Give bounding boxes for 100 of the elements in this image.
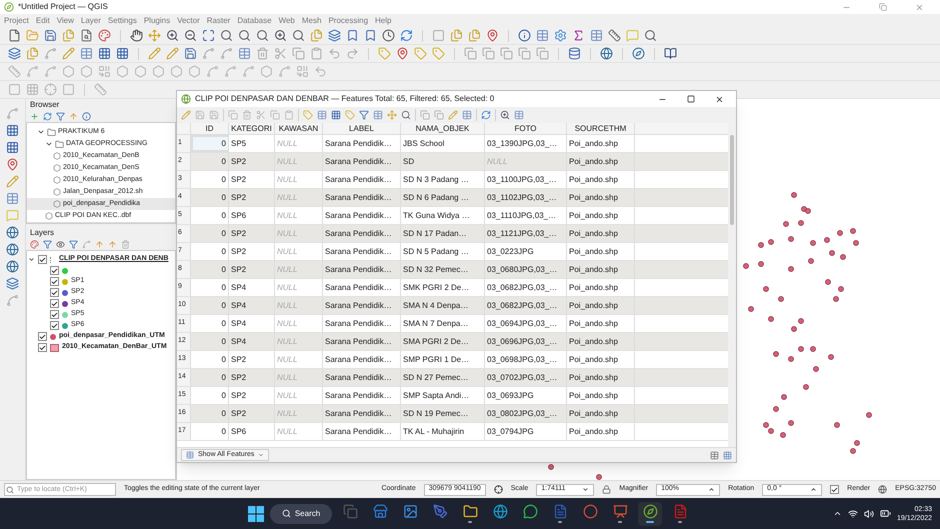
ruler-icon[interactable] [608,29,621,42]
globe-icon[interactable] [6,226,19,239]
copy-icon[interactable] [482,47,495,60]
refresh-icon[interactable] [481,110,491,120]
table-icon[interactable] [80,47,93,60]
gear-icon[interactable] [554,29,567,42]
search-icon[interactable] [256,29,269,42]
menu-item[interactable]: Mesh [302,14,322,26]
hexagon-icon[interactable] [260,65,273,78]
column-header[interactable]: SOURCETHM [567,123,635,134]
layer-checkbox[interactable] [38,255,47,264]
copy-icon[interactable] [292,47,305,60]
copy-icon[interactable] [434,110,444,120]
layer-checkbox[interactable] [50,266,59,275]
refresh-icon[interactable] [43,112,52,120]
hand-icon[interactable] [130,29,143,42]
search-icon[interactable] [220,29,233,42]
spline-icon[interactable] [206,65,219,78]
pencil-icon[interactable] [62,47,75,60]
crosshair-icon[interactable] [494,485,503,494]
file-icon[interactable] [8,29,21,42]
database-icon[interactable] [568,47,581,60]
wifi-icon[interactable] [848,508,858,518]
square-icon[interactable] [432,29,445,42]
pin-icon[interactable] [6,158,19,171]
files-icon[interactable] [468,29,481,42]
restore-icon[interactable] [879,3,887,11]
zoom-in-icon[interactable] [500,110,510,120]
copy-icon[interactable] [270,110,280,120]
move-icon[interactable] [148,29,161,42]
search-icon[interactable] [644,29,657,42]
refresh-icon[interactable] [400,29,413,42]
save-icon[interactable] [184,47,197,60]
copy-icon[interactable] [500,47,513,60]
combine-icon[interactable] [98,65,111,78]
globe-icon[interactable] [6,260,19,273]
render-checkbox[interactable] [830,485,840,494]
layers-icon[interactable] [6,277,19,290]
menu-item[interactable]: Plugins [144,14,170,26]
menu-item[interactable]: Web [278,14,295,26]
table-icon[interactable] [6,192,19,205]
menu-item[interactable]: Layer [80,14,101,26]
trash-icon[interactable] [256,47,269,60]
table-icon[interactable] [238,47,251,60]
zoom-out-icon[interactable] [184,29,197,42]
menu-item[interactable]: Project [4,14,29,26]
filter-icon[interactable] [69,240,78,248]
speech-bubble-icon[interactable] [626,29,639,42]
close-icon[interactable] [715,94,724,104]
hexagon-icon[interactable] [170,65,183,78]
search-icon[interactable] [292,29,305,42]
column-header[interactable]: NAMA_OBJEK [401,123,485,134]
info-icon[interactable] [518,29,531,42]
arrow-up-icon[interactable] [69,112,78,120]
grid-icon[interactable] [331,110,341,120]
bookmark-icon[interactable] [364,29,377,42]
zoom-in-icon[interactable] [166,29,179,42]
files-icon[interactable] [450,29,463,42]
palette-icon[interactable] [98,29,111,42]
scrollbar[interactable] [27,222,175,223]
spline-icon[interactable] [224,65,237,78]
table-icon[interactable] [462,110,472,120]
undo-icon[interactable] [314,65,327,78]
speech-bubble-icon[interactable] [6,209,19,222]
trash-icon[interactable] [242,110,252,120]
expand-icon[interactable] [28,256,35,263]
hexagon-icon[interactable] [116,65,129,78]
layer-checkbox[interactable] [50,288,59,297]
folder-icon[interactable] [26,29,39,42]
form-view-icon[interactable] [723,450,732,460]
column-header[interactable]: LABEL [323,123,401,134]
save-icon[interactable] [44,29,57,42]
menu-item[interactable]: Help [375,14,392,26]
filter-icon[interactable] [43,240,52,248]
column-header[interactable]: KATEGORI [229,123,275,134]
layer-checkbox[interactable] [50,321,59,330]
table-view-icon[interactable] [710,450,719,460]
pencil-icon[interactable] [148,47,161,60]
globe-icon[interactable] [6,243,19,256]
spline-icon[interactable] [278,65,291,78]
hexagon-icon[interactable] [80,65,93,78]
trash-icon[interactable] [121,240,130,248]
table-icon[interactable] [590,29,603,42]
tag-icon[interactable] [414,47,427,60]
compass-icon[interactable] [632,47,645,60]
tag-icon[interactable] [303,110,313,120]
spline-icon[interactable] [44,65,57,78]
scissors-icon[interactable] [274,47,287,60]
clipboard-icon[interactable] [310,47,323,60]
eye-icon[interactable] [56,240,65,248]
file-search-icon[interactable] [80,29,93,42]
layer-checkbox[interactable] [50,310,59,319]
menu-item[interactable]: Edit [36,14,50,26]
grid-icon[interactable] [98,47,111,60]
redo-icon[interactable] [346,47,359,60]
grid-icon[interactable] [6,124,19,137]
grid-icon[interactable] [116,47,129,60]
clipboard-icon[interactable] [284,110,294,120]
column-header[interactable]: ID [191,123,229,134]
copy-icon[interactable] [536,47,549,60]
